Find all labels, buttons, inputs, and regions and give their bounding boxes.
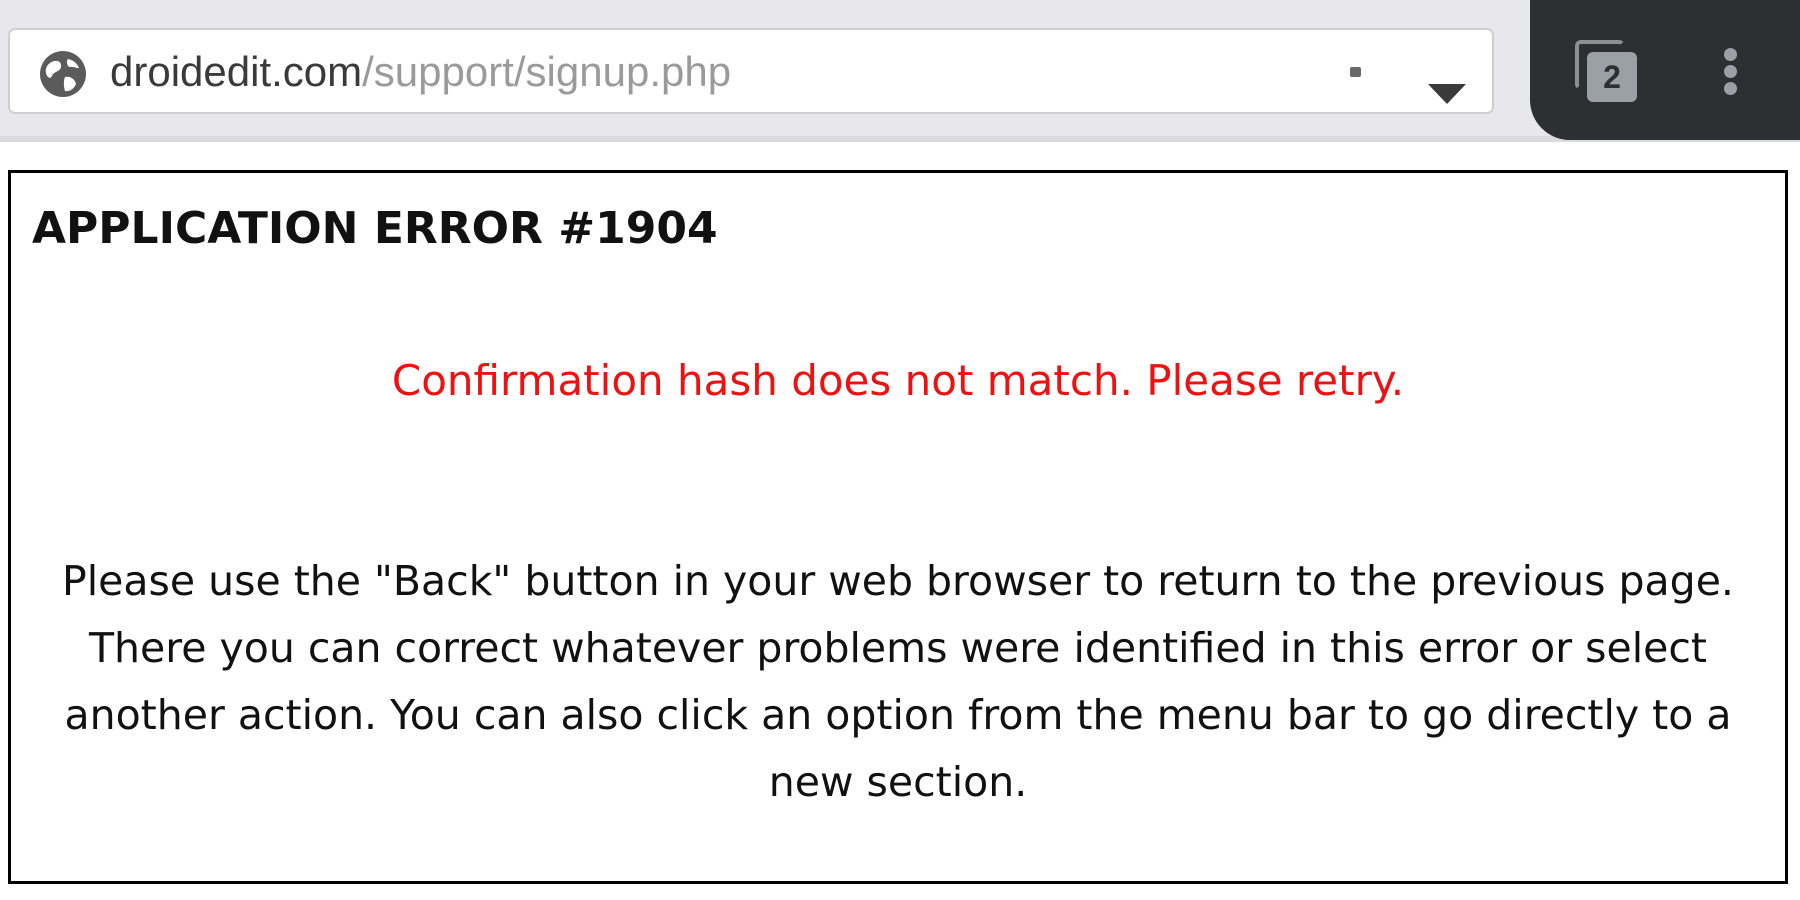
- page-indicator-icon: [1350, 67, 1361, 77]
- menu-dot: [1724, 65, 1737, 78]
- error-title: APPLICATION ERROR #1904: [32, 203, 718, 254]
- globe-icon[interactable]: [38, 49, 88, 99]
- tab-count: 2: [1587, 52, 1637, 102]
- url-host: droidedit.com: [110, 48, 363, 95]
- toolbar-divider: [0, 136, 1800, 142]
- menu-dot: [1724, 82, 1737, 95]
- url-text[interactable]: droidedit.com/support/signup.php: [110, 44, 731, 100]
- url-path: /support/signup.php: [362, 48, 732, 95]
- chevron-down-icon[interactable]: [1428, 84, 1466, 104]
- instructions-text: Please use the "Back" button in your web…: [62, 557, 1734, 806]
- address-bar[interactable]: droidedit.com/support/signup.php: [8, 28, 1494, 114]
- more-vertical-icon[interactable]: [1720, 48, 1740, 144]
- tab-switcher-icon[interactable]: 2: [1575, 40, 1637, 102]
- menu-dot: [1724, 48, 1737, 61]
- error-panel: APPLICATION ERROR #1904 Confirmation has…: [8, 170, 1788, 884]
- error-message: Confirmation hash does not match. Please…: [391, 356, 1405, 405]
- toolbar-actions-area: [1530, 0, 1800, 140]
